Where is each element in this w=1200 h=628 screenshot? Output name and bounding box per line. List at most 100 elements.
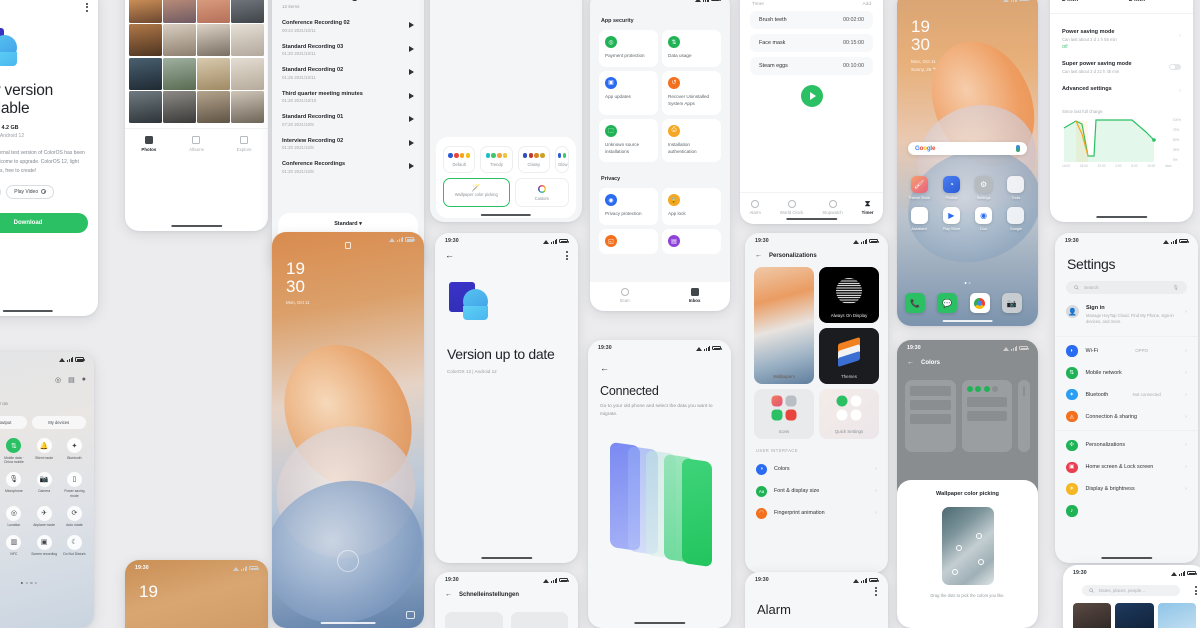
row-font-display[interactable]: Aa Font & display size › [745, 480, 888, 502]
scheme-default[interactable]: Default [443, 146, 476, 173]
nav-timer[interactable]: ⧗ Timer [862, 199, 874, 215]
chrome-icon[interactable] [969, 293, 990, 313]
settings-row-mobile-network[interactable]: ⇅ Mobile network › [1055, 362, 1198, 384]
toggle-nfc[interactable]: ▥ NFC [0, 534, 27, 557]
nav-scan[interactable]: Scan [620, 287, 630, 303]
app-theme-store[interactable]: 🖌 Theme Store [905, 176, 933, 200]
settings-row-partial[interactable]: ♪ [1055, 500, 1198, 522]
play-icon[interactable] [409, 69, 414, 76]
table-row[interactable]: Brush teeth 00:02:00 [750, 11, 873, 29]
play-icon[interactable] [409, 116, 414, 123]
search-input[interactable]: Search 🎙 [1066, 281, 1187, 294]
toggle-power-saving[interactable]: ▯ Power saving mode [61, 471, 88, 499]
themes-tile[interactable]: Themes [819, 328, 879, 384]
photo-thumb[interactable] [197, 24, 230, 57]
play-icon[interactable] [409, 163, 414, 170]
nav-alarm[interactable]: Alarm [749, 199, 761, 215]
search-widget[interactable]: Google [908, 142, 1027, 155]
security-card-privacy-protection[interactable]: ◉ Privacy protection [599, 188, 658, 226]
security-card-app-updates[interactable]: ▣ App updates [599, 70, 658, 115]
photo-thumb[interactable] [163, 0, 196, 23]
back-icon[interactable]: ← [907, 359, 914, 366]
phone-icon[interactable]: 📞 [905, 293, 925, 313]
back-icon[interactable]: ← [445, 251, 454, 260]
wallpapers-tile[interactable]: Wallpapers [754, 267, 814, 384]
toggle-auto-rotate[interactable]: ⟳ Auto rotate [61, 505, 88, 528]
app-assistant[interactable]: ✦ Assistant [905, 207, 933, 231]
table-row[interactable]: Face mask 00:15:00 [750, 34, 873, 52]
security-card-private-safe[interactable]: ▤ [662, 229, 721, 255]
photo-thumb[interactable] [197, 0, 230, 23]
row-fingerprint-animation[interactable]: ◠ Fingerprint animation › [745, 502, 888, 524]
brightness-icon[interactable]: ● [82, 376, 86, 384]
toggle-microphone[interactable]: 🎙 Microphone [0, 471, 27, 499]
toggle-airplane-mode[interactable]: ✈ Airplane mode [31, 505, 58, 528]
color-dot-handle[interactable] [975, 533, 982, 539]
record-mode-selector[interactable]: Standard ▾ [278, 221, 418, 227]
nav-explore[interactable]: Explore [237, 136, 252, 152]
play-icon[interactable] [409, 45, 414, 52]
quick-settings-tile[interactable]: Quick Settings [819, 389, 879, 439]
photo-thumb[interactable] [129, 57, 162, 90]
photo-thumb[interactable] [163, 91, 196, 124]
wallpaper-color-picking-option[interactable]: 🪄 Wallpaper color picking [443, 178, 510, 207]
voice-search-icon[interactable]: 🎙 [1173, 285, 1179, 291]
edit-icon[interactable]: ▤ [68, 376, 75, 384]
row-advanced-settings[interactable]: Advanced settings › [1062, 80, 1181, 100]
photo-thumb[interactable] [163, 57, 196, 90]
photo-thumb[interactable] [129, 24, 162, 57]
nav-inbox[interactable]: Inbox [689, 287, 700, 303]
preview-tile[interactable] [510, 612, 568, 628]
toggle-silent-mode[interactable]: 🔔 Silent mode [31, 438, 58, 465]
list-item[interactable]: Standard Recording 02 01:26 2021/10/11 [282, 62, 414, 86]
messages-icon[interactable]: 💬 [937, 293, 958, 313]
photo-thumb[interactable] [129, 0, 162, 23]
more-icon[interactable] [1195, 586, 1197, 595]
mic-icon[interactable] [1016, 145, 1020, 152]
list-item[interactable]: Conference Recordings 01:20 2021/10/8 [282, 156, 414, 180]
photo-search-input[interactable]: Dates, places, people... [1082, 585, 1180, 596]
toggle-dnd[interactable]: ☾ Do Not Disturb [61, 534, 88, 557]
camera-icon[interactable] [406, 611, 415, 619]
security-card-unknown-source[interactable]: ⬚ Unknown source installations [599, 118, 658, 163]
security-card-app-lock[interactable]: 🔒 App lock [662, 188, 721, 226]
row-colors[interactable]: ◑ Colors › [745, 458, 888, 480]
more-icon[interactable] [566, 251, 568, 260]
color-dot-handle[interactable] [951, 569, 958, 575]
add-timer-button[interactable]: Add [862, 2, 871, 7]
security-card-payment-protection[interactable]: ◎ Payment protection [599, 30, 658, 67]
nav-stopwatch[interactable]: Stopwatch [822, 199, 843, 215]
app-folder-tools[interactable]: Tools [1002, 176, 1030, 200]
photo-thumb[interactable] [1073, 603, 1112, 628]
security-card-recover-apps[interactable]: ↺ Recover Uninstalled System Apps [662, 70, 721, 115]
toggle-location[interactable]: ◎ Location [0, 505, 27, 528]
photo-thumb[interactable] [1157, 603, 1196, 628]
toggle-mobile-data[interactable]: ⇅ Mobile data · China mobile [0, 438, 27, 465]
list-item[interactable]: Conference Recording 02 00:24 2021/10/11 [282, 15, 414, 39]
overflow-menu-button[interactable] [0, 0, 98, 12]
list-item[interactable]: Standard Recording 03 01:20 2021/10/11 [282, 38, 414, 62]
row-power-saving-mode[interactable]: Power saving mode Can last about 2 d 1 h… [1062, 23, 1181, 55]
custom-color-option[interactable]: Custom [514, 178, 569, 207]
toggle-screen-recording[interactable]: ▣ Screen recording [31, 534, 58, 557]
app-play-store[interactable]: ▶ Play Store [937, 207, 965, 231]
start-timer-button[interactable] [800, 85, 823, 107]
icons-tile[interactable]: Icons [754, 389, 814, 439]
media-output-pill[interactable]: Media output [0, 416, 27, 430]
settings-row-wifi[interactable]: ◗ Wi-Fi OPPO › [1055, 340, 1198, 362]
security-card-install-auth[interactable]: ⎙ Installation authentication [662, 118, 721, 163]
scheme-classy[interactable]: Classy [517, 146, 550, 173]
wallpaper-preview[interactable] [941, 507, 994, 585]
photo-thumb[interactable] [231, 91, 264, 124]
app-settings[interactable]: ⚙ Settings [970, 176, 998, 200]
preview-tile[interactable] [445, 612, 503, 628]
download-button[interactable]: Download [0, 212, 88, 233]
sign-in-row[interactable]: 👤 Sign in Manage HeyTap Cloud, Find My P… [1055, 294, 1198, 336]
photo-thumb[interactable] [231, 57, 264, 90]
photo-thumb[interactable] [163, 24, 196, 57]
table-row[interactable]: Steam eggs 00:10:00 [750, 57, 873, 75]
toggle-camera[interactable]: 📷 Camera [31, 471, 58, 499]
my-devices-pill[interactable]: My devices [31, 416, 86, 430]
toggle-bluetooth[interactable]: ✦ Bluetooth [61, 438, 88, 465]
app-duo[interactable]: ◉ Duo [970, 207, 998, 231]
